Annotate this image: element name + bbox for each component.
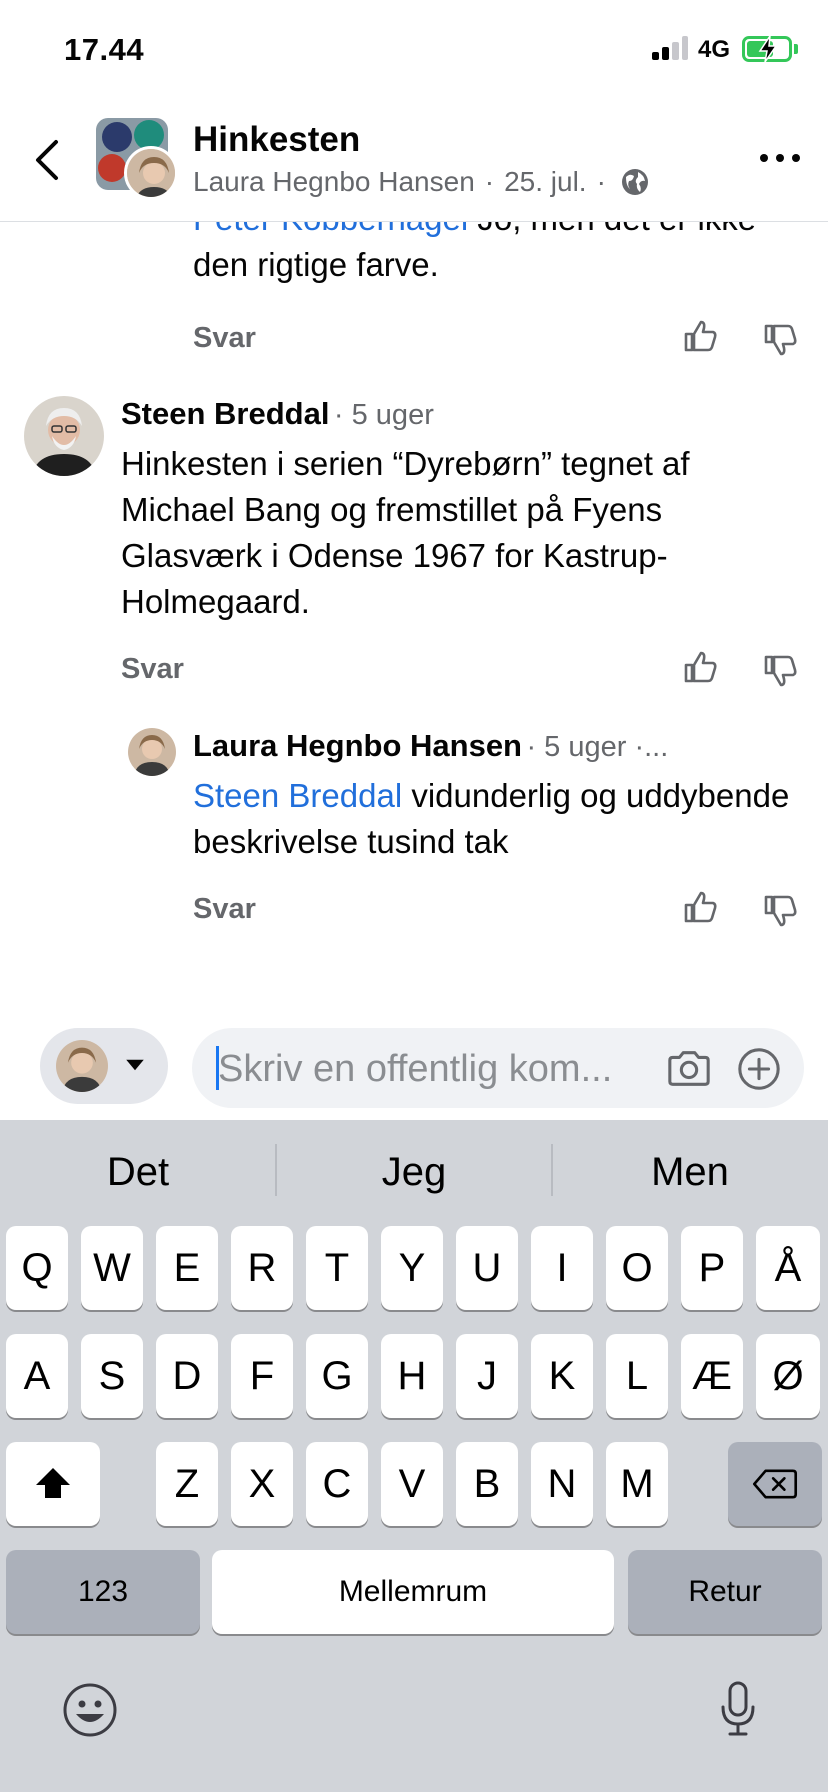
- signal-icon: [652, 36, 688, 60]
- key-m[interactable]: M: [606, 1442, 668, 1526]
- reply-button[interactable]: Svar: [121, 653, 184, 686]
- suggestion-1[interactable]: Det: [0, 1150, 276, 1195]
- shift-icon: [36, 1468, 70, 1498]
- thumbs-up-icon[interactable]: [682, 649, 718, 685]
- suggestion-2[interactable]: Jeg: [276, 1150, 552, 1195]
- key-c[interactable]: C: [306, 1442, 368, 1526]
- comment-meta: Laura Hegnbo Hansen · 5 uger ·...: [193, 728, 668, 764]
- comment-composer: Skriv en offentlig kom...: [0, 1012, 828, 1120]
- caret-down-icon: [126, 1059, 144, 1071]
- key-h[interactable]: H: [381, 1334, 443, 1418]
- microphone-icon[interactable]: [718, 1680, 758, 1740]
- key-oe[interactable]: Ø: [756, 1334, 820, 1418]
- key-q[interactable]: Q: [6, 1226, 68, 1310]
- key-d[interactable]: D: [156, 1334, 218, 1418]
- author-avatar[interactable]: [124, 146, 178, 200]
- composer-avatar: [56, 1040, 108, 1092]
- comment-body: Hinkesten i serien “Dyrebørn” tegnet af …: [121, 445, 690, 620]
- plus-circle-icon[interactable]: [736, 1046, 782, 1092]
- post-date[interactable]: 25. jul.: [504, 166, 587, 198]
- key-j[interactable]: J: [456, 1334, 518, 1418]
- key-e[interactable]: E: [156, 1226, 218, 1310]
- comment-body: Steen Breddal vidunderlig og uddybende b…: [193, 777, 790, 860]
- reply-button[interactable]: Svar: [193, 893, 256, 926]
- charging-icon: [758, 35, 778, 63]
- key-ae[interactable]: Æ: [681, 1334, 743, 1418]
- post-title[interactable]: Hinkesten: [193, 120, 360, 160]
- backspace-icon: [752, 1469, 798, 1499]
- key-n[interactable]: N: [531, 1442, 593, 1526]
- thumbs-up-icon[interactable]: [682, 889, 718, 925]
- replier-avatar[interactable]: [128, 728, 176, 776]
- key-v[interactable]: V: [381, 1442, 443, 1526]
- key-a[interactable]: A: [6, 1334, 68, 1418]
- mention-link[interactable]: Steen Breddal: [193, 777, 402, 814]
- key-i[interactable]: I: [531, 1226, 593, 1310]
- backspace-key[interactable]: [728, 1442, 822, 1526]
- key-b[interactable]: B: [456, 1442, 518, 1526]
- key-s[interactable]: S: [81, 1334, 143, 1418]
- network-label: 4G: [698, 36, 731, 63]
- post-author[interactable]: Laura Hegnbo Hansen: [193, 166, 475, 198]
- thumbs-down-icon[interactable]: [762, 653, 798, 689]
- key-g[interactable]: G: [306, 1334, 368, 1418]
- status-time: 17.44: [64, 32, 145, 67]
- separator-dot: ·: [596, 166, 606, 197]
- emoji-icon[interactable]: [62, 1682, 118, 1738]
- key-x[interactable]: X: [231, 1442, 293, 1526]
- key-o[interactable]: O: [606, 1226, 668, 1310]
- key-w[interactable]: W: [81, 1226, 143, 1310]
- status-bar: 17.44 4G: [0, 0, 828, 100]
- globe-icon: [621, 169, 648, 195]
- key-aa[interactable]: Å: [756, 1226, 820, 1310]
- thumbs-down-icon[interactable]: [762, 322, 798, 358]
- key-t[interactable]: T: [306, 1226, 368, 1310]
- numbers-key[interactable]: 123: [6, 1550, 200, 1634]
- key-r[interactable]: R: [231, 1226, 293, 1310]
- reply-button[interactable]: Svar: [193, 322, 256, 355]
- return-key[interactable]: Retur: [628, 1550, 822, 1634]
- back-chevron-icon[interactable]: [28, 130, 68, 190]
- post-header: Hinkesten Laura Hegnbo Hansen · 25. jul.…: [0, 100, 828, 222]
- comment-meta: Steen Breddal · 5 uger: [121, 396, 434, 432]
- separator-dot: ·: [484, 166, 495, 197]
- key-k[interactable]: K: [531, 1334, 593, 1418]
- identity-switcher[interactable]: [40, 1028, 168, 1104]
- key-l[interactable]: L: [606, 1334, 668, 1418]
- comment-time: · 5 uger ·...: [526, 731, 669, 763]
- more-icon[interactable]: [756, 148, 804, 168]
- replier-name[interactable]: Laura Hegnbo Hansen: [193, 728, 522, 763]
- key-z[interactable]: Z: [156, 1442, 218, 1526]
- key-y[interactable]: Y: [381, 1226, 443, 1310]
- thumbs-up-icon[interactable]: [682, 318, 718, 354]
- comment-input[interactable]: Skriv en offentlig kom...: [192, 1028, 804, 1108]
- camera-icon[interactable]: [666, 1048, 712, 1088]
- suggestion-3[interactable]: Men: [552, 1150, 828, 1195]
- key-p[interactable]: P: [681, 1226, 743, 1310]
- key-u[interactable]: U: [456, 1226, 518, 1310]
- shift-key[interactable]: [6, 1442, 100, 1526]
- commenter-avatar[interactable]: [24, 396, 104, 476]
- comment-time: · 5 uger: [333, 399, 434, 431]
- comment-placeholder: Skriv en offentlig kom...: [218, 1048, 613, 1090]
- keyboard: Det Jeg Men Q W E R T Y U I O P Å A S D …: [0, 1120, 828, 1792]
- thumbs-down-icon[interactable]: [762, 893, 798, 929]
- key-f[interactable]: F: [231, 1334, 293, 1418]
- commenter-name[interactable]: Steen Breddal: [121, 396, 329, 431]
- post-subtitle: Laura Hegnbo Hansen · 25. jul. ·: [193, 166, 650, 198]
- space-key[interactable]: Mellemrum: [212, 1550, 614, 1634]
